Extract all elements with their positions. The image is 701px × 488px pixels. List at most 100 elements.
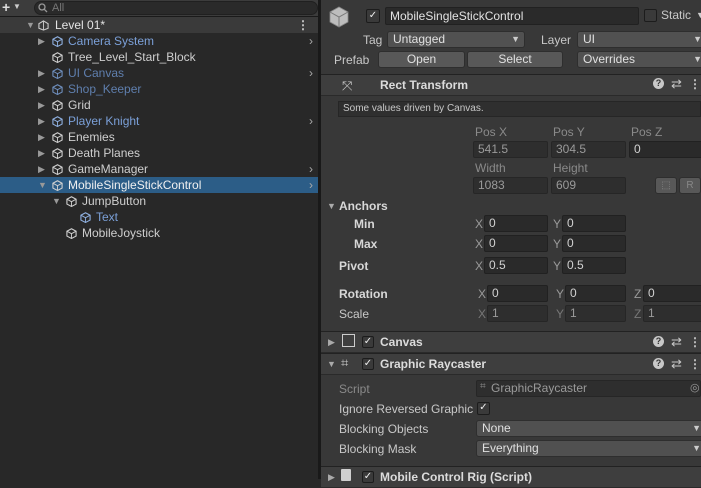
hierarchy-item[interactable]: MobileJoystick [0,225,318,241]
fold-icon[interactable]: ▶ [38,129,48,145]
hierarchy-item[interactable]: ▶ Death Planes [0,145,318,161]
pivot-x-field[interactable]: 0.5 [484,257,548,274]
scale-x-field[interactable]: 1 [487,305,548,322]
preset-icon[interactable]: ⇄ [671,76,682,92]
static-toggle[interactable] [644,9,657,22]
chevron-right-icon[interactable]: › [309,65,313,81]
component-menu-icon[interactable]: ⋮ [689,357,701,371]
anchors-max-label: Max [354,237,378,251]
fold-icon[interactable]: ▶ [38,161,48,177]
fold-icon[interactable]: ▶ [38,81,48,97]
mobile-rig-enabled-toggle[interactable]: ✓ [362,471,374,483]
scale-z-field[interactable]: 1 [643,305,701,322]
mobile-control-rig-title: Mobile Control Rig (Script) [380,470,532,484]
tag-dropdown[interactable]: Untagged ▼ [387,31,525,48]
rotation-x-field[interactable]: 0 [487,285,548,302]
hierarchy-item[interactable]: ▶ Camera System › [0,33,318,49]
rect-transform-header[interactable]: ⤧ Rect Transform ? ⇄ ⋮ [321,74,701,96]
fold-icon[interactable]: ▼ [38,177,48,193]
scene-menu-icon[interactable]: ⋮ [297,17,309,33]
anchors-min-y-field[interactable]: 0 [562,215,626,232]
anchors-max-y-field[interactable]: 0 [562,235,626,252]
gameobject-icon [52,36,63,47]
help-icon[interactable]: ? [653,78,664,89]
anchors-max-x-field[interactable]: 0 [484,235,548,252]
pos-y-field[interactable]: 304.5 [551,141,626,158]
hierarchy-item[interactable]: ▼ MobileSingleStickControl › [0,177,318,193]
rotation-z-field[interactable]: 0 [643,285,701,302]
active-toggle[interactable]: ✓ [366,9,380,23]
hierarchy-item-label: JumpButton [82,194,147,208]
chevron-right-icon[interactable]: › [309,33,313,49]
object-picker-icon[interactable]: ◎ [690,381,700,394]
hierarchy-item[interactable]: Text [0,209,318,225]
min-y-axis: Y [553,217,562,231]
mobile-control-rig-header[interactable]: ▶ ✓ Mobile Control Rig (Script) [321,466,701,488]
blocking-objects-label: Blocking Objects [339,422,429,436]
fold-icon[interactable]: ▼ [52,193,62,209]
help-icon[interactable]: ? [653,336,664,347]
scale-y-field[interactable]: 1 [565,305,626,322]
height-field[interactable]: 609 [551,177,626,194]
raw-edit-label: R [686,180,694,191]
hierarchy-item[interactable]: ▶ Enemies [0,129,318,145]
graphic-raycaster-header[interactable]: ▼ ⌗ ✓ Graphic Raycaster ? ⇄ ⋮ [321,353,701,375]
raw-edit-button[interactable]: R [679,177,701,194]
fold-icon[interactable]: ▶ [38,113,48,129]
hierarchy-item-label: Grid [68,98,91,112]
pos-x-field[interactable]: 541.5 [473,141,548,158]
prefab-open-button[interactable]: Open [378,51,465,68]
hierarchy-item[interactable]: ▼ JumpButton [0,193,318,209]
anchors-fold-icon[interactable]: ▼ [327,201,336,211]
fold-right-icon[interactable]: ▶ [328,472,335,483]
scene-row[interactable]: ▼ Level 01* ⋮ [0,17,318,33]
chevron-right-icon[interactable]: › [309,161,313,177]
pivot-y-field[interactable]: 0.5 [562,257,626,274]
layer-dropdown[interactable]: UI ▼ [577,31,701,48]
canvas-enabled-toggle[interactable]: ✓ [362,336,374,348]
chevron-down-icon: ▼ [692,423,701,433]
component-menu-icon[interactable]: ⋮ [689,335,701,349]
create-plus-icon[interactable]: + [2,0,10,15]
fold-icon[interactable]: ▶ [38,33,48,49]
blueprint-mode-button[interactable]: ⬚ [655,177,677,194]
create-dropdown-icon[interactable]: ▼ [13,2,21,11]
scale-label: Scale [339,307,370,321]
scene-fold-icon[interactable]: ▼ [26,17,36,33]
ignore-reversed-checkbox[interactable]: ✓ [477,402,490,415]
chevron-right-icon[interactable]: › [309,177,313,193]
hierarchy-item[interactable]: ▶ Shop_Keeper [0,81,318,97]
canvas-header[interactable]: ▶ ✓ Canvas ? ⇄ ⋮ [321,331,701,353]
overrides-value: Overrides [583,52,636,66]
canvas-icon [342,334,355,347]
blocking-objects-dropdown[interactable]: None ▼ [476,420,701,437]
preset-icon[interactable]: ⇄ [671,356,682,372]
chevron-right-icon[interactable]: › [309,113,313,129]
component-menu-icon[interactable]: ⋮ [689,77,701,91]
preset-icon[interactable]: ⇄ [671,334,682,350]
overrides-dropdown[interactable]: Overrides ▼ [577,51,701,68]
prefab-select-button[interactable]: Select [467,51,563,68]
width-field[interactable]: 1083 [473,177,548,194]
hierarchy-search-input[interactable] [34,1,318,15]
pos-z-field[interactable]: 0 [629,141,701,158]
object-name-field[interactable]: MobileSingleStickControl [385,7,639,25]
raycaster-enabled-toggle[interactable]: ✓ [362,358,374,370]
fold-right-icon[interactable]: ▶ [328,337,335,348]
anchors-min-x-field[interactable]: 0 [484,215,548,232]
hierarchy-item[interactable]: Tree_Level_Start_Block [0,49,318,65]
fold-icon[interactable]: ▶ [38,65,48,81]
hierarchy-item-label: MobileSingleStickControl [68,178,202,192]
fold-icon[interactable]: ▶ [38,145,48,161]
hierarchy-item[interactable]: ▶ Player Knight › [0,113,318,129]
rect-transform-icon: ⤧ [342,78,353,93]
help-icon[interactable]: ? [653,358,664,369]
fold-down-icon[interactable]: ▼ [327,359,336,369]
static-dropdown-arrow[interactable]: ▼ [696,10,701,20]
rotation-y-field[interactable]: 0 [565,285,626,302]
blocking-mask-dropdown[interactable]: Everything ▼ [476,440,701,457]
hierarchy-item[interactable]: ▶ GameManager › [0,161,318,177]
hierarchy-item[interactable]: ▶ UI Canvas › [0,65,318,81]
fold-icon[interactable]: ▶ [38,97,48,113]
hierarchy-item[interactable]: ▶ Grid [0,97,318,113]
